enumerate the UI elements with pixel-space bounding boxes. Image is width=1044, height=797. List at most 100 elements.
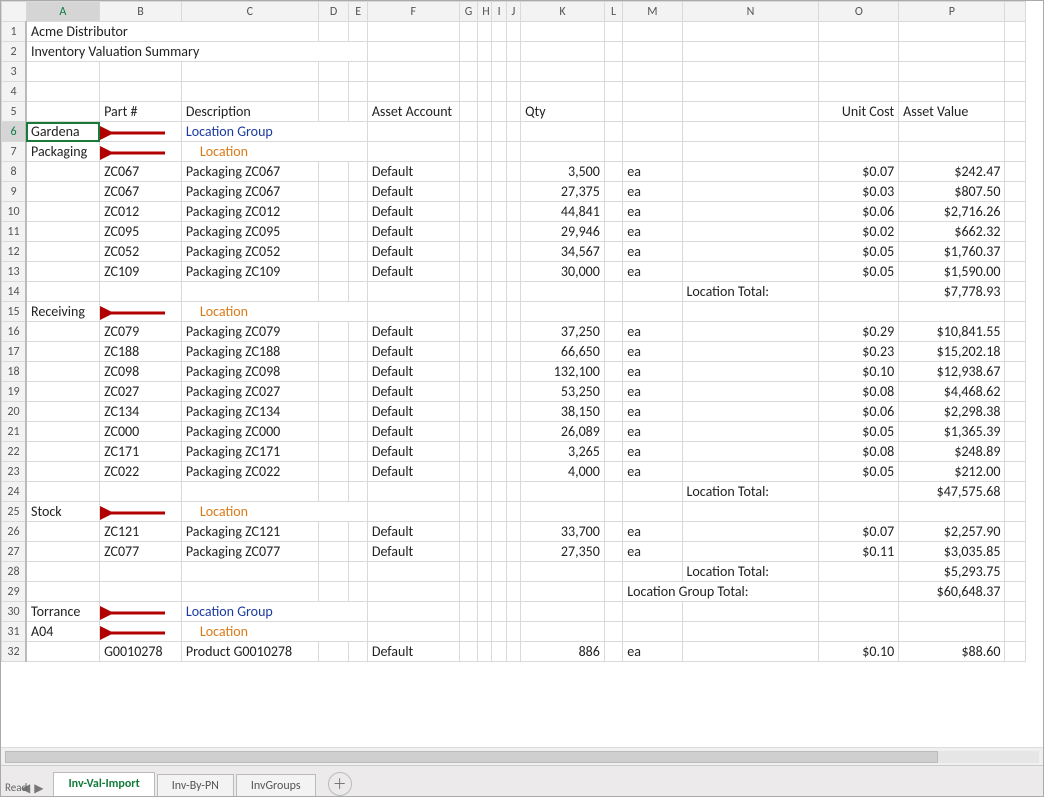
cell-qty[interactable]: 37,250 bbox=[521, 322, 605, 342]
row-header[interactable]: 21 bbox=[2, 422, 27, 442]
row-header[interactable]: 17 bbox=[2, 342, 27, 362]
row-header[interactable]: 6 bbox=[2, 122, 27, 142]
cell-qty[interactable]: 886 bbox=[521, 642, 605, 662]
cell-uom[interactable]: ea bbox=[623, 382, 682, 402]
group-total-label[interactable]: Location Group Total: bbox=[623, 582, 819, 602]
cell-val[interactable]: $1,365.39 bbox=[899, 422, 1005, 442]
cell-unit[interactable]: $0.08 bbox=[819, 442, 899, 462]
col-header-C[interactable]: C bbox=[181, 2, 318, 22]
table-row[interactable]: 10ZC012Packaging ZC012Default44,841ea$0.… bbox=[2, 202, 1026, 222]
cell-desc[interactable]: Packaging ZC052 bbox=[181, 242, 318, 262]
cell-part[interactable]: ZC067 bbox=[100, 162, 182, 182]
cell-asset[interactable]: Default bbox=[367, 262, 459, 282]
cell-asset[interactable]: Default bbox=[367, 322, 459, 342]
cell-qty[interactable]: 66,650 bbox=[521, 342, 605, 362]
cell-unit[interactable]: $0.02 bbox=[819, 222, 899, 242]
cell-val[interactable]: $807.50 bbox=[899, 182, 1005, 202]
cell-asset[interactable]: Default bbox=[367, 162, 459, 182]
location-label[interactable]: A04 bbox=[26, 622, 100, 642]
col-header-N[interactable]: N bbox=[682, 2, 819, 22]
cell-unit[interactable]: $0.10 bbox=[819, 362, 899, 382]
cell-desc[interactable]: Packaging ZC022 bbox=[181, 462, 318, 482]
cell-unit[interactable]: $0.05 bbox=[819, 422, 899, 442]
cell-unit[interactable]: $0.06 bbox=[819, 402, 899, 422]
cell-asset[interactable]: Default bbox=[367, 362, 459, 382]
header-unit[interactable]: Unit Cost bbox=[819, 102, 899, 122]
cell-val[interactable]: $212.00 bbox=[899, 462, 1005, 482]
cell-desc[interactable]: Packaging ZC121 bbox=[181, 522, 318, 542]
cell-val[interactable]: $242.47 bbox=[899, 162, 1005, 182]
col-header-P[interactable]: P bbox=[899, 2, 1005, 22]
cell-qty[interactable]: 30,000 bbox=[521, 262, 605, 282]
cell-part[interactable]: ZC012 bbox=[100, 202, 182, 222]
selected-cell[interactable]: Gardena bbox=[26, 122, 100, 142]
cell-unit[interactable]: $0.07 bbox=[819, 162, 899, 182]
column-header-row[interactable]: A B C D E F G H I J K L M N O P bbox=[2, 2, 1026, 22]
col-header-O[interactable]: O bbox=[819, 2, 899, 22]
group-label[interactable]: Torrance bbox=[26, 602, 100, 622]
row-header[interactable]: 13 bbox=[2, 262, 27, 282]
cell-qty[interactable]: 3,265 bbox=[521, 442, 605, 462]
col-header-K[interactable]: K bbox=[521, 2, 605, 22]
cell-part[interactable]: G0010278 bbox=[100, 642, 182, 662]
cell-unit[interactable]: $0.23 bbox=[819, 342, 899, 362]
table-row[interactable]: 20ZC134Packaging ZC134Default38,150ea$0.… bbox=[2, 402, 1026, 422]
cell-uom[interactable]: ea bbox=[623, 522, 682, 542]
cell-asset[interactable]: Default bbox=[367, 242, 459, 262]
row-header[interactable]: 14 bbox=[2, 282, 27, 302]
cell-uom[interactable]: ea bbox=[623, 422, 682, 442]
col-header-M[interactable]: M bbox=[623, 2, 682, 22]
cell-uom[interactable]: ea bbox=[623, 542, 682, 562]
table-row[interactable]: 21ZC000Packaging ZC000Default26,089ea$0.… bbox=[2, 422, 1026, 442]
row-header[interactable]: 27 bbox=[2, 542, 27, 562]
add-sheet-button[interactable]: ＋ bbox=[328, 772, 352, 796]
table-row[interactable]: 23ZC022Packaging ZC022Default4,000ea$0.0… bbox=[2, 462, 1026, 482]
row-header[interactable]: 5 bbox=[2, 102, 27, 122]
row-header[interactable]: 9 bbox=[2, 182, 27, 202]
spreadsheet-grid[interactable]: A B C D E F G H I J K L M N O P 1 Acme D… bbox=[1, 1, 1026, 662]
cell-uom[interactable]: ea bbox=[623, 322, 682, 342]
cell-part[interactable]: ZC022 bbox=[100, 462, 182, 482]
cell-val[interactable]: $1,760.37 bbox=[899, 242, 1005, 262]
cell-asset[interactable]: Default bbox=[367, 402, 459, 422]
row-header[interactable]: 1 bbox=[2, 22, 27, 42]
scrollbar-thumb[interactable] bbox=[5, 751, 938, 763]
cell-uom[interactable]: ea bbox=[623, 182, 682, 202]
cell-val[interactable]: $2,257.90 bbox=[899, 522, 1005, 542]
cell-unit[interactable]: $0.29 bbox=[819, 322, 899, 342]
table-row[interactable]: 11ZC095Packaging ZC095Default29,946ea$0.… bbox=[2, 222, 1026, 242]
row-header[interactable]: 30 bbox=[2, 602, 27, 622]
row-header[interactable]: 31 bbox=[2, 622, 27, 642]
cell-val[interactable]: $4,468.62 bbox=[899, 382, 1005, 402]
cell-part[interactable]: ZC134 bbox=[100, 402, 182, 422]
row-header[interactable]: 16 bbox=[2, 322, 27, 342]
cell-part[interactable]: ZC077 bbox=[100, 542, 182, 562]
sheet-tab[interactable]: InvGroups bbox=[236, 774, 316, 797]
cell-part[interactable]: ZC109 bbox=[100, 262, 182, 282]
cell-qty[interactable]: 38,150 bbox=[521, 402, 605, 422]
location-total-label[interactable]: Location Total: bbox=[682, 482, 819, 502]
cell-qty[interactable]: 44,841 bbox=[521, 202, 605, 222]
cell-uom[interactable]: ea bbox=[623, 642, 682, 662]
cell-qty[interactable]: 29,946 bbox=[521, 222, 605, 242]
cell-desc[interactable]: Packaging ZC077 bbox=[181, 542, 318, 562]
cell-part[interactable]: ZC052 bbox=[100, 242, 182, 262]
cell-val[interactable]: $15,202.18 bbox=[899, 342, 1005, 362]
cell-asset[interactable]: Default bbox=[367, 642, 459, 662]
cell-desc[interactable]: Packaging ZC109 bbox=[181, 262, 318, 282]
cell-unit[interactable]: $0.10 bbox=[819, 642, 899, 662]
cell-qty[interactable]: 53,250 bbox=[521, 382, 605, 402]
cell-uom[interactable]: ea bbox=[623, 222, 682, 242]
cell-qty[interactable]: 27,350 bbox=[521, 542, 605, 562]
header-desc[interactable]: Description bbox=[181, 102, 318, 122]
location-label[interactable]: Packaging bbox=[26, 142, 100, 162]
cell-part[interactable]: ZC098 bbox=[100, 362, 182, 382]
cell-val[interactable]: $3,035.85 bbox=[899, 542, 1005, 562]
table-row[interactable]: 27ZC077Packaging ZC077Default27,350ea$0.… bbox=[2, 542, 1026, 562]
horizontal-scrollbar[interactable] bbox=[1, 747, 1043, 766]
cell-uom[interactable]: ea bbox=[623, 262, 682, 282]
table-row[interactable]: 9ZC067Packaging ZC067Default27,375ea$0.0… bbox=[2, 182, 1026, 202]
location-total-value[interactable]: $47,575.68 bbox=[899, 482, 1005, 502]
table-row[interactable]: 26ZC121Packaging ZC121Default33,700ea$0.… bbox=[2, 522, 1026, 542]
row-header[interactable]: 32 bbox=[2, 642, 27, 662]
